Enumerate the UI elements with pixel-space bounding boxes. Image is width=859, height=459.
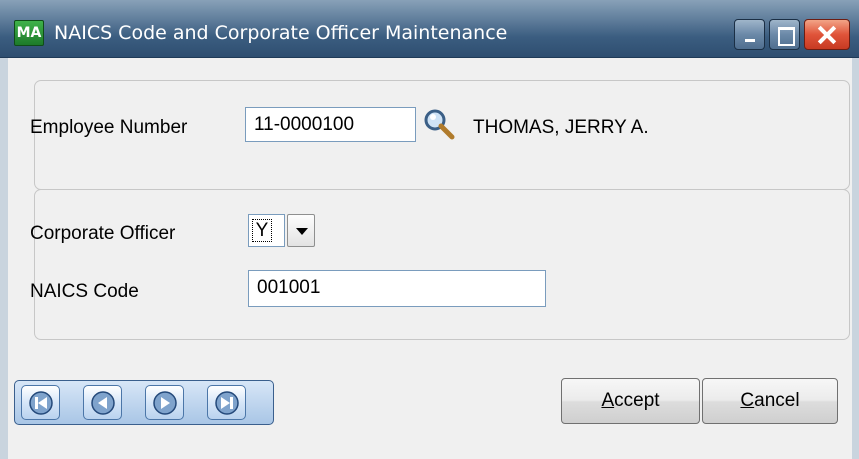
magnifier-icon[interactable] — [422, 107, 456, 141]
dialog-window: MA NAICS Code and Corporate Officer Main… — [0, 0, 859, 459]
cancel-label: ancel — [754, 390, 800, 411]
naics-code-input[interactable]: 001001 — [248, 270, 546, 307]
corporate-officer-value: Y — [252, 219, 272, 242]
previous-record-icon — [91, 391, 115, 415]
dialog-client-area: Employee Number 11-0000100 THOMAS, JERRY… — [8, 58, 852, 459]
record-navigation — [14, 380, 274, 425]
employee-number-input[interactable]: 11-0000100 — [245, 107, 416, 142]
maximize-button[interactable] — [769, 19, 800, 50]
chevron-down-icon[interactable] — [287, 214, 315, 247]
last-record-icon — [215, 391, 239, 415]
first-record-button[interactable] — [21, 385, 60, 420]
next-record-icon — [153, 391, 177, 415]
accept-hotkey: A — [601, 390, 615, 411]
minimize-button[interactable] — [734, 19, 765, 50]
cancel-button[interactable]: Cancel — [702, 378, 838, 424]
cancel-hotkey: C — [740, 390, 755, 411]
window-frame-right — [852, 58, 859, 459]
employee-name: THOMAS, JERRY A. — [473, 117, 649, 138]
first-record-icon — [29, 391, 53, 415]
window-frame-left — [0, 58, 8, 459]
accept-label: ccept — [614, 390, 660, 411]
next-record-button[interactable] — [145, 385, 184, 420]
title-bar[interactable]: MA NAICS Code and Corporate Officer Main… — [0, 0, 859, 58]
corporate-officer-label: Corporate Officer — [30, 223, 176, 244]
details-group — [34, 189, 850, 340]
naics-code-label: NAICS Code — [30, 281, 139, 302]
previous-record-button[interactable] — [83, 385, 122, 420]
app-icon[interactable]: MA — [14, 20, 44, 46]
corporate-officer-select[interactable]: Y — [248, 214, 285, 247]
close-button[interactable] — [804, 19, 850, 50]
last-record-button[interactable] — [207, 385, 246, 420]
window-title: NAICS Code and Corporate Officer Mainten… — [54, 22, 508, 44]
accept-button[interactable]: Accept — [561, 378, 700, 424]
employee-number-label: Employee Number — [30, 117, 188, 138]
